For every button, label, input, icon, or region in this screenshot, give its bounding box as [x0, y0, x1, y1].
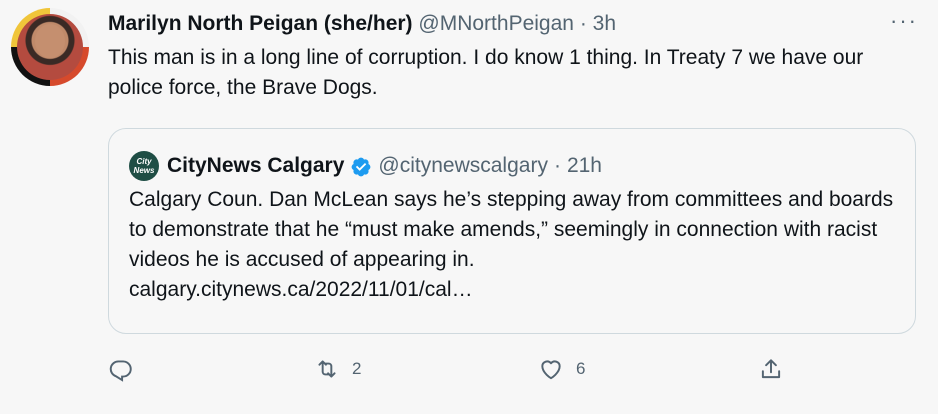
- quoted-tweet-header: City News CityNews Calgary @citynewscalg…: [129, 151, 602, 181]
- author-handle[interactable]: @MNorthPeigan: [418, 12, 574, 35]
- reply-icon: [109, 360, 132, 382]
- share-icon: [761, 359, 781, 379]
- heart-icon: [541, 360, 561, 380]
- retweet-count: 2: [352, 359, 362, 378]
- citynews-logo: City News: [129, 151, 159, 181]
- quoted-tweet-text: Calgary Coun. Dan McLean says he’s stepp…: [129, 185, 899, 305]
- tweet-header: Marilyn North Peigan (she/her) @MNorthPe…: [108, 10, 616, 38]
- verified-badge-icon: [352, 157, 371, 177]
- tweet-text: This man is in a long line of corruption…: [108, 46, 864, 99]
- retweet-button[interactable]: 2: [314, 352, 361, 386]
- share-button[interactable]: [758, 352, 784, 386]
- like-button[interactable]: 6: [538, 352, 585, 386]
- reply-button[interactable]: [108, 352, 134, 386]
- action-bar: 2 6: [108, 352, 808, 386]
- quoted-body: Calgary Coun. Dan McLean says he’s stepp…: [129, 188, 894, 271]
- quoted-link[interactable]: calgary.citynews.ca/2022/11/01/cal…: [129, 278, 473, 301]
- quoted-timestamp[interactable]: 21h: [567, 151, 602, 181]
- author-avatar[interactable]: [11, 8, 89, 86]
- quoted-author-name[interactable]: CityNews Calgary: [167, 151, 344, 181]
- like-count: 6: [576, 359, 586, 378]
- avatar-photo: [17, 14, 83, 80]
- author-name[interactable]: Marilyn North Peigan (she/her): [108, 12, 413, 35]
- header-separator: ·: [579, 12, 587, 35]
- tweet-timestamp[interactable]: 3h: [593, 12, 616, 35]
- retweet-icon: [318, 360, 336, 378]
- quoted-tweet[interactable]: City News CityNews Calgary @citynewscalg…: [108, 128, 916, 334]
- tweet: Marilyn North Peigan (she/her) @MNorthPe…: [0, 0, 938, 414]
- more-options-icon[interactable]: ···: [890, 10, 918, 32]
- quoted-author-handle[interactable]: @citynewscalgary: [378, 151, 548, 181]
- quoted-separator: ·: [553, 154, 561, 177]
